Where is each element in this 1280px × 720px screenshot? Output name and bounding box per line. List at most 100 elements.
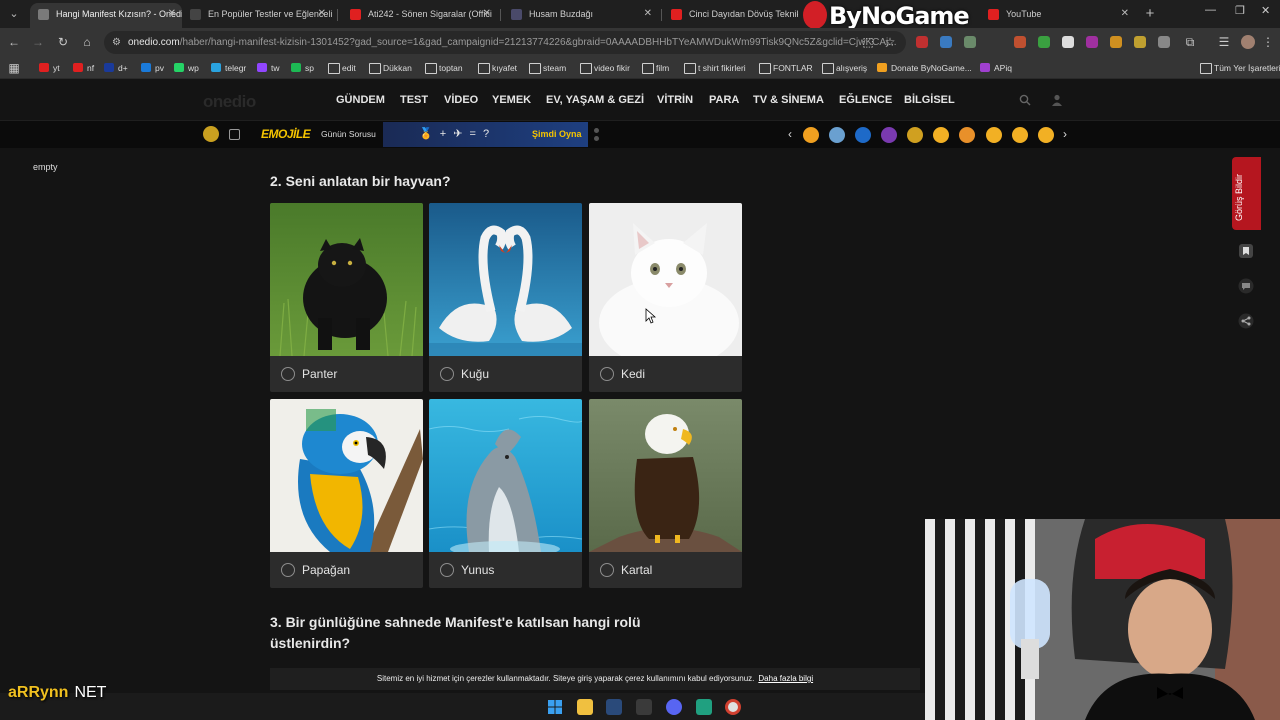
- file-explorer-icon[interactable]: [577, 699, 593, 715]
- steam-icon[interactable]: [606, 699, 622, 715]
- close-tab-icon[interactable]: ✕: [318, 3, 326, 25]
- site-logo[interactable]: onedio: [203, 92, 256, 112]
- emoji-category-icon[interactable]: [803, 127, 819, 143]
- heart-eyes-emoji-icon[interactable]: [986, 127, 1002, 143]
- bookmark-folder[interactable]: steam: [529, 61, 566, 75]
- install-app-icon[interactable]: ⬚: [860, 34, 876, 50]
- bookmark-item[interactable]: telegr: [211, 61, 246, 75]
- extension-icon[interactable]: [940, 36, 952, 48]
- extension-icon[interactable]: [1158, 36, 1170, 48]
- extension-icon[interactable]: [1134, 36, 1146, 48]
- answer-option-papagan[interactable]: Papağan: [270, 399, 423, 588]
- new-tab-button[interactable]: +: [1140, 4, 1160, 24]
- apps-grid-icon[interactable]: ▦: [6, 60, 22, 76]
- comments-icon[interactable]: [1238, 278, 1254, 294]
- maximize-button[interactable]: ❐: [1235, 4, 1245, 17]
- reading-list-icon[interactable]: ☰: [1216, 34, 1232, 50]
- discord-icon[interactable]: [666, 699, 682, 715]
- calendar-icon[interactable]: [229, 129, 240, 140]
- minimize-button[interactable]: —: [1205, 4, 1216, 16]
- browser-tab[interactable]: Hangi Manifest Kızısın? - Onedio ✕: [30, 3, 182, 28]
- bookmark-item[interactable]: APiq: [980, 61, 1012, 75]
- game-icon[interactable]: [203, 126, 219, 142]
- emoji-category-icon[interactable]: [959, 127, 975, 143]
- play-now-link[interactable]: Şimdi Oyna: [532, 129, 582, 139]
- browser-tab[interactable]: Cinci Dayıdan Dövüş Teknikleri: [663, 3, 798, 28]
- bookmark-item[interactable]: Donate ByNoGame...: [877, 61, 972, 75]
- extension-icon[interactable]: [1086, 36, 1098, 48]
- radio-button[interactable]: [281, 367, 295, 381]
- emoji-category-icon[interactable]: [881, 127, 897, 143]
- bookmark-star-icon[interactable]: ☆: [882, 34, 898, 50]
- nav-link-yemek[interactable]: YEMEK: [492, 94, 531, 106]
- windows-start-icon[interactable]: [547, 699, 563, 715]
- chrome-icon[interactable]: [725, 699, 741, 715]
- radio-button[interactable]: [600, 367, 614, 381]
- bookmark-item[interactable]: tw: [257, 61, 280, 75]
- radio-button[interactable]: [440, 367, 454, 381]
- extension-icon[interactable]: [964, 36, 976, 48]
- crying-emoji-icon[interactable]: [1012, 127, 1028, 143]
- extension-icon[interactable]: [1038, 36, 1050, 48]
- bookmark-folder[interactable]: Dükkan: [369, 61, 412, 75]
- feedback-button[interactable]: Görüş Bildir: [1232, 157, 1261, 230]
- bookmark-item[interactable]: wp: [174, 61, 199, 75]
- app-icon[interactable]: [636, 699, 652, 715]
- bookmark-folder[interactable]: alışveriş: [822, 61, 867, 75]
- nav-link-ev-yasam[interactable]: EV, YAŞAM & GEZİ: [546, 94, 644, 106]
- emoji-category-icon[interactable]: [855, 127, 871, 143]
- radio-button[interactable]: [600, 563, 614, 577]
- emoji-category-icon[interactable]: [907, 127, 923, 143]
- browser-tab[interactable]: Ati242 - Sönen Sigaralar (Offici ✕: [342, 3, 497, 28]
- browser-tab[interactable]: Husam Buzdağı ✕: [503, 3, 658, 28]
- bookmark-icon[interactable]: [1238, 243, 1254, 259]
- nav-link-para[interactable]: PARA: [709, 94, 739, 106]
- nav-link-bilgisel[interactable]: BİLGİSEL: [904, 94, 955, 106]
- bookmark-folder[interactable]: video fikir: [580, 61, 630, 75]
- address-bar[interactable]: ⚙ onedio.com/haber/hangi-manifest-kizisi…: [104, 31, 906, 54]
- close-tab-icon[interactable]: ✕: [644, 3, 652, 25]
- nav-link-video[interactable]: VİDEO: [444, 94, 478, 106]
- nav-link-eglence[interactable]: EĞLENCE: [839, 94, 892, 106]
- reload-icon[interactable]: ↻: [55, 34, 71, 50]
- extension-icon[interactable]: [1110, 36, 1122, 48]
- bookmark-folder[interactable]: kıyafet: [478, 61, 517, 75]
- user-icon[interactable]: [1051, 94, 1063, 106]
- share-icon[interactable]: [1238, 313, 1254, 329]
- answer-option-kugu[interactable]: Kuğu: [429, 203, 582, 392]
- bookmark-folder[interactable]: film: [642, 61, 669, 75]
- nav-link-vitrin[interactable]: VİTRİN: [657, 94, 693, 106]
- extension-icon[interactable]: [1062, 36, 1074, 48]
- radio-button[interactable]: [440, 563, 454, 577]
- nav-link-gundem[interactable]: GÜNDEM: [336, 94, 385, 106]
- chevron-left-icon[interactable]: ‹: [788, 127, 792, 141]
- answer-option-kedi[interactable]: Kedi: [589, 203, 742, 392]
- radio-button[interactable]: [281, 563, 295, 577]
- emoji-puzzle-banner[interactable]: 🏅 + ✈ = ? Şimdi Oyna: [383, 122, 588, 147]
- emojile-logo[interactable]: EMOJİLE: [261, 127, 311, 141]
- smile-emoji-icon[interactable]: [1038, 127, 1054, 143]
- browser-menu-icon[interactable]: ⋮: [1260, 34, 1276, 50]
- cookie-more-info-link[interactable]: Daha fazla bilgi: [758, 674, 813, 683]
- browser-tab[interactable]: En Popüler Testler ve Eğlenceli ✕: [182, 3, 332, 28]
- bookmark-folder[interactable]: FONTLAR: [759, 61, 813, 75]
- close-tab-icon[interactable]: ✕: [1121, 3, 1129, 25]
- bookmark-item[interactable]: pv: [141, 61, 164, 75]
- bookmark-folder[interactable]: toptan: [425, 61, 463, 75]
- close-tab-icon[interactable]: ✕: [483, 3, 491, 25]
- browser-tab[interactable]: YouTube ✕: [980, 3, 1135, 28]
- bookmark-folder[interactable]: t shirt fikirleri: [684, 61, 746, 75]
- bookmark-item[interactable]: sp: [291, 61, 314, 75]
- nav-link-tv-sinema[interactable]: TV & SİNEMA: [753, 94, 824, 106]
- site-info-icon[interactable]: ⚙: [112, 31, 121, 54]
- chevron-right-icon[interactable]: ›: [1063, 127, 1067, 141]
- home-icon[interactable]: ⌂: [79, 34, 95, 50]
- extension-icon[interactable]: [916, 36, 928, 48]
- app-icon[interactable]: [696, 699, 712, 715]
- nav-link-test[interactable]: TEST: [400, 94, 428, 106]
- forward-icon[interactable]: →: [30, 34, 46, 50]
- extensions-puzzle-icon[interactable]: ⧉: [1182, 34, 1198, 50]
- bookmark-item[interactable]: yt: [39, 61, 60, 75]
- emoji-category-icon[interactable]: [829, 127, 845, 143]
- answer-option-kartal[interactable]: Kartal: [589, 399, 742, 588]
